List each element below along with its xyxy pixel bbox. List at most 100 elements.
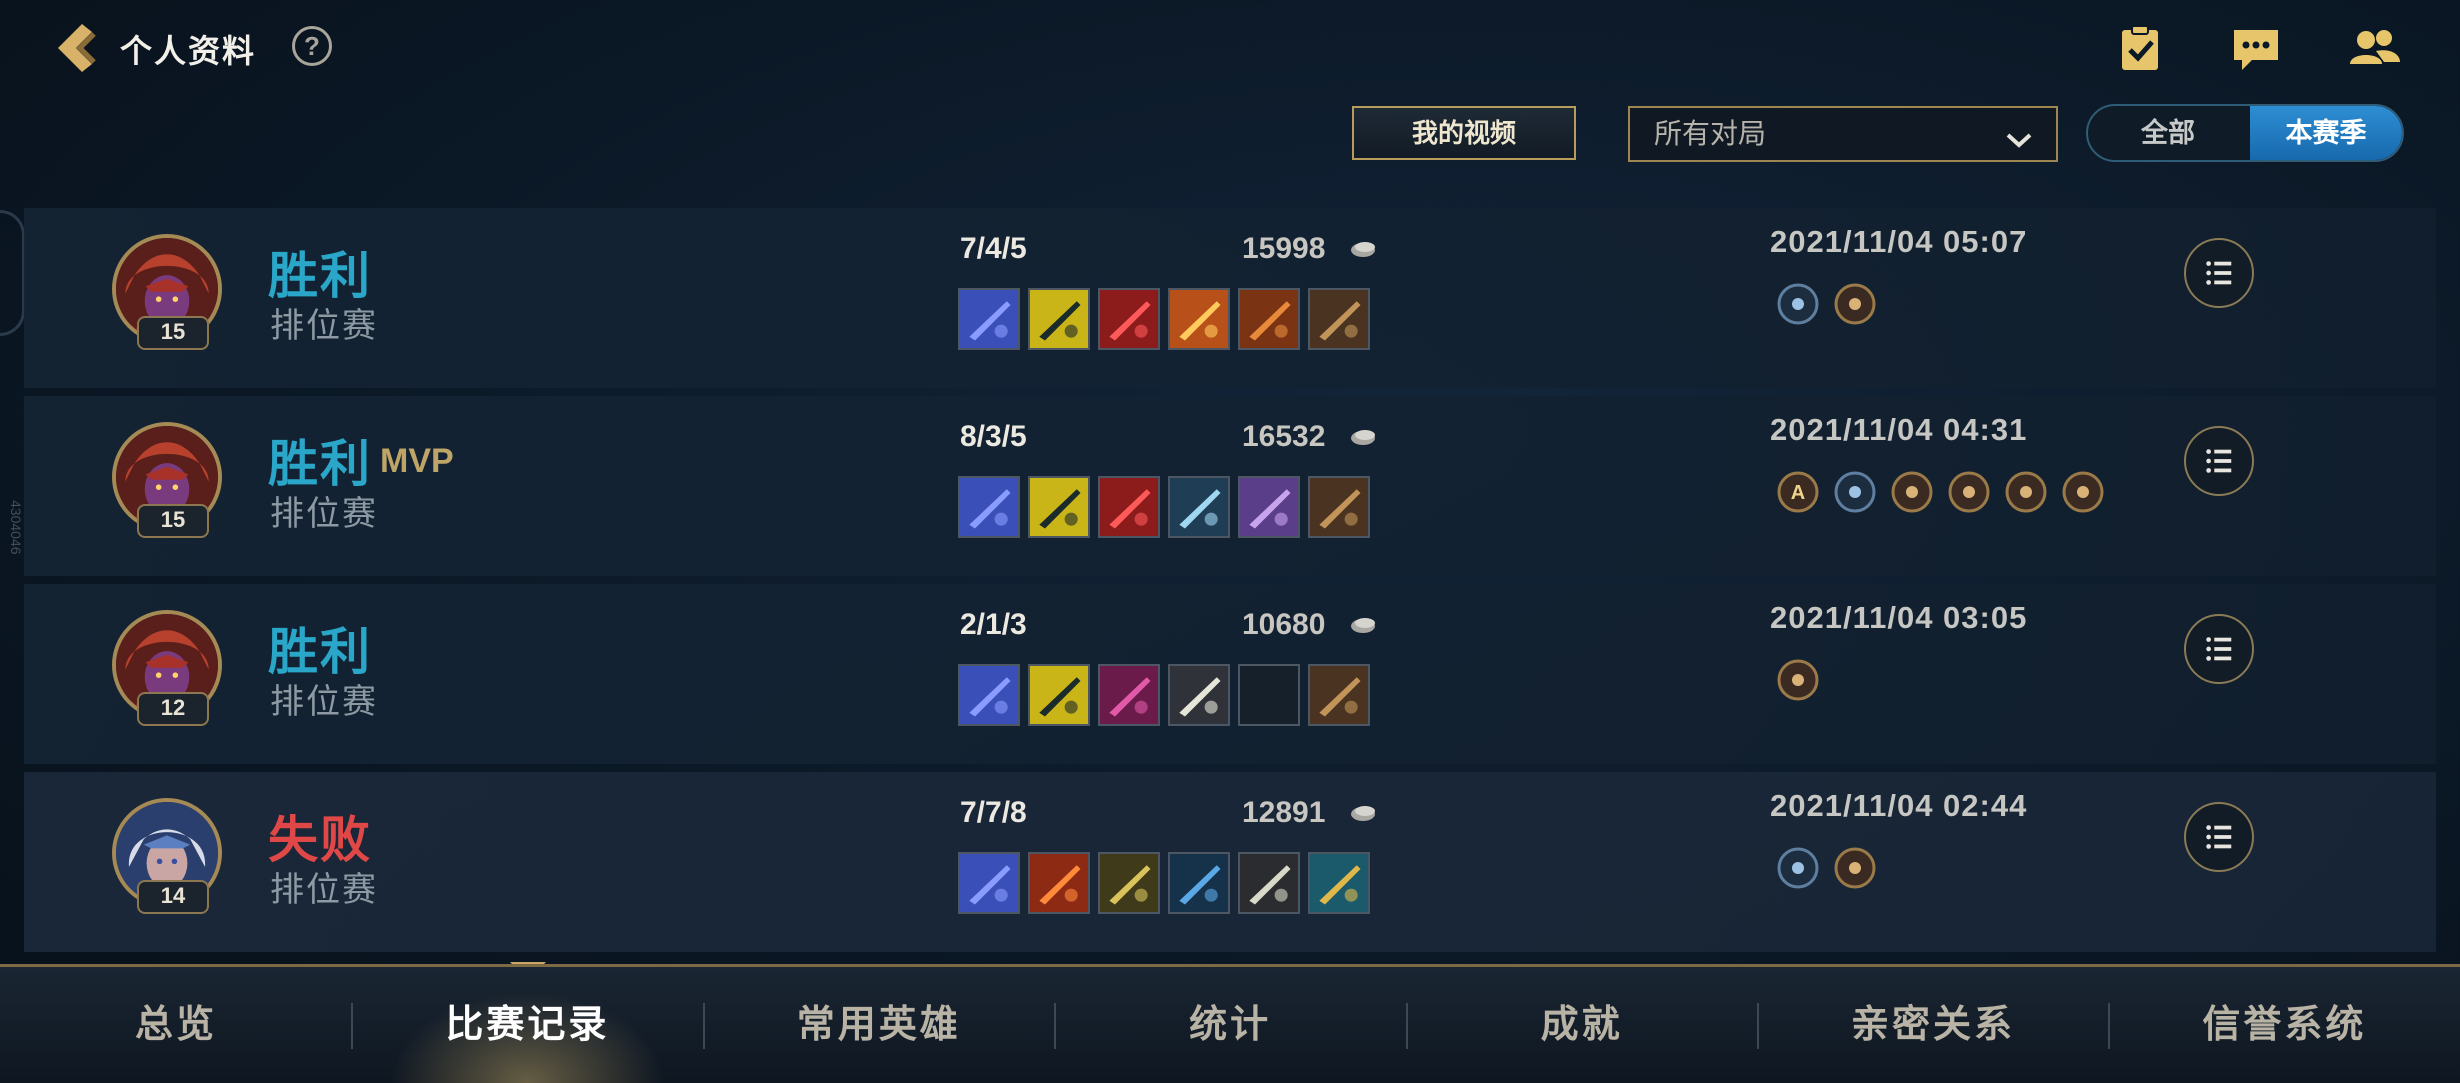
gold-amount: 15998 bbox=[1242, 232, 1326, 265]
match-row[interactable]: 14 失败 排位赛 7/7/8 12891 2021/11/04 02:44 bbox=[24, 772, 2436, 952]
kda-score: 7/7/8 bbox=[960, 796, 1027, 829]
top-bar: 个人资料 ? bbox=[0, 0, 2460, 100]
compass-badge-icon[interactable] bbox=[1776, 282, 1820, 326]
wallet-badge-icon[interactable] bbox=[1890, 470, 1934, 514]
match-detail-button[interactable] bbox=[2184, 426, 2254, 496]
item-icon[interactable] bbox=[1168, 476, 1230, 538]
match-filter-value: 所有对局 bbox=[1654, 118, 1767, 149]
friends-icon[interactable] bbox=[2346, 20, 2402, 76]
kda-score: 2/1/3 bbox=[960, 608, 1027, 641]
game-mode: 排位赛 bbox=[270, 871, 378, 909]
season-toggle: 全部 本赛季 bbox=[2086, 104, 2404, 162]
game-mode: 排位赛 bbox=[270, 683, 378, 721]
item-icon[interactable] bbox=[958, 852, 1020, 914]
item-icon[interactable] bbox=[958, 476, 1020, 538]
list-icon bbox=[2206, 637, 2232, 661]
item-icon[interactable] bbox=[1238, 476, 1300, 538]
gold-amount: 12891 bbox=[1242, 796, 1326, 829]
tab-0[interactable]: 总览 bbox=[0, 967, 352, 1083]
tab-3[interactable]: 统计 bbox=[1054, 967, 1406, 1083]
item-icon[interactable] bbox=[1028, 288, 1090, 350]
clipboard-check-icon[interactable] bbox=[2112, 20, 2168, 76]
item-icon[interactable] bbox=[1098, 852, 1160, 914]
gold-coin-icon bbox=[1351, 618, 1375, 633]
crown-badge-icon[interactable] bbox=[1833, 282, 1877, 326]
hero-level-badge: 12 bbox=[137, 692, 209, 726]
item-icon[interactable] bbox=[1308, 664, 1370, 726]
fist-badge-icon[interactable] bbox=[2061, 470, 2105, 514]
page-title: 个人资料 bbox=[120, 33, 257, 69]
item-icon[interactable] bbox=[1308, 852, 1370, 914]
item-icon[interactable] bbox=[1028, 664, 1090, 726]
list-icon bbox=[2206, 449, 2232, 473]
item-icon[interactable] bbox=[1238, 288, 1300, 350]
crown-blue-badge-icon[interactable] bbox=[1833, 470, 1877, 514]
tab-1[interactable]: 比赛记录 bbox=[351, 967, 704, 1083]
item-icon[interactable] bbox=[1028, 476, 1090, 538]
list-icon bbox=[2206, 825, 2232, 849]
match-detail-button[interactable] bbox=[2184, 614, 2254, 684]
segment-all[interactable]: 全部 bbox=[2088, 106, 2248, 160]
match-row[interactable]: 15 胜利 排位赛 7/4/5 15998 2021/11/04 05:07 bbox=[24, 208, 2436, 388]
match-row[interactable]: 15 胜利 MVP 排位赛 8/3/5 16532 2021/11/04 04:31 A bbox=[24, 396, 2436, 576]
mvp-label: MVP bbox=[380, 442, 454, 480]
gold-coin-icon bbox=[1351, 430, 1375, 445]
item-icon[interactable] bbox=[1028, 852, 1090, 914]
nav-separator bbox=[1757, 1003, 1759, 1049]
tab-2[interactable]: 常用英雄 bbox=[703, 967, 1055, 1083]
item-icon[interactable] bbox=[958, 664, 1020, 726]
tab-6[interactable]: 信誉系统 bbox=[2108, 967, 2460, 1083]
nav-separator bbox=[1054, 1003, 1057, 1049]
item-icon[interactable] bbox=[958, 288, 1020, 350]
gold-coin-icon bbox=[1351, 242, 1375, 257]
match-time: 2021/11/04 04:31 bbox=[1770, 412, 2028, 447]
item-icon[interactable] bbox=[1168, 852, 1230, 914]
tower-badge-icon[interactable] bbox=[2004, 470, 2048, 514]
bottom-nav: 总览 比赛记录 常用英雄 统计 成就 亲密关系 信誉系统 bbox=[0, 964, 2460, 1083]
help-icon[interactable]: ? bbox=[292, 26, 332, 66]
item-icon[interactable] bbox=[1098, 476, 1160, 538]
item-icon[interactable] bbox=[1308, 288, 1370, 350]
match-time: 2021/11/04 03:05 bbox=[1770, 600, 2028, 635]
match-detail-button[interactable] bbox=[2184, 802, 2254, 872]
item-icon[interactable] bbox=[1098, 288, 1160, 350]
item-icon[interactable] bbox=[1238, 852, 1300, 914]
hero-level-badge: 15 bbox=[137, 316, 209, 350]
item-icon[interactable] bbox=[1168, 288, 1230, 350]
tab-5[interactable]: 亲密关系 bbox=[1757, 967, 2109, 1083]
segment-this-season[interactable]: 本赛季 bbox=[2250, 106, 2402, 160]
drop-badge-icon[interactable] bbox=[1833, 846, 1877, 890]
back-arrow-icon[interactable] bbox=[48, 18, 108, 78]
side-drawer-handle[interactable] bbox=[0, 210, 25, 336]
chevron-down-icon bbox=[2004, 120, 2034, 150]
side-id-text: 4304046 bbox=[8, 500, 24, 555]
hero-level-badge: 14 bbox=[137, 880, 209, 914]
match-filter-select[interactable]: 所有对局 bbox=[1628, 106, 2058, 162]
item-icon[interactable] bbox=[1308, 476, 1370, 538]
match-time: 2021/11/04 02:44 bbox=[1770, 788, 2028, 823]
item-icon[interactable] bbox=[1098, 664, 1160, 726]
crown-badge-icon[interactable] bbox=[1947, 470, 1991, 514]
kda-score: 7/4/5 bbox=[960, 232, 1027, 265]
item-icon[interactable] bbox=[1168, 664, 1230, 726]
nav-separator bbox=[1405, 1003, 1408, 1049]
list-icon bbox=[2206, 261, 2232, 285]
nav-separator bbox=[351, 1003, 354, 1049]
assist-a-badge-icon[interactable]: A bbox=[1776, 470, 1820, 514]
match-row[interactable]: 12 胜利 排位赛 2/1/3 10680 2021/11/04 03:05 bbox=[24, 584, 2436, 764]
hero-level-badge: 15 bbox=[137, 504, 209, 538]
match-detail-button[interactable] bbox=[2184, 238, 2254, 308]
compass-badge-icon[interactable] bbox=[1776, 846, 1820, 890]
chat-icon[interactable] bbox=[2228, 20, 2284, 76]
crown-badge-icon[interactable] bbox=[1776, 658, 1820, 702]
kda-score: 8/3/5 bbox=[960, 420, 1027, 453]
nav-separator bbox=[702, 1003, 705, 1049]
empty-item-slot[interactable] bbox=[1238, 664, 1300, 726]
game-mode: 排位赛 bbox=[270, 307, 378, 345]
gold-coin-icon bbox=[1351, 806, 1375, 821]
nav-separator bbox=[2108, 1003, 2111, 1049]
my-video-button[interactable]: 我的视频 bbox=[1352, 106, 1576, 160]
match-time: 2021/11/04 05:07 bbox=[1770, 224, 2028, 259]
svg-text:A: A bbox=[1791, 482, 1805, 504]
tab-4[interactable]: 成就 bbox=[1406, 967, 1758, 1083]
